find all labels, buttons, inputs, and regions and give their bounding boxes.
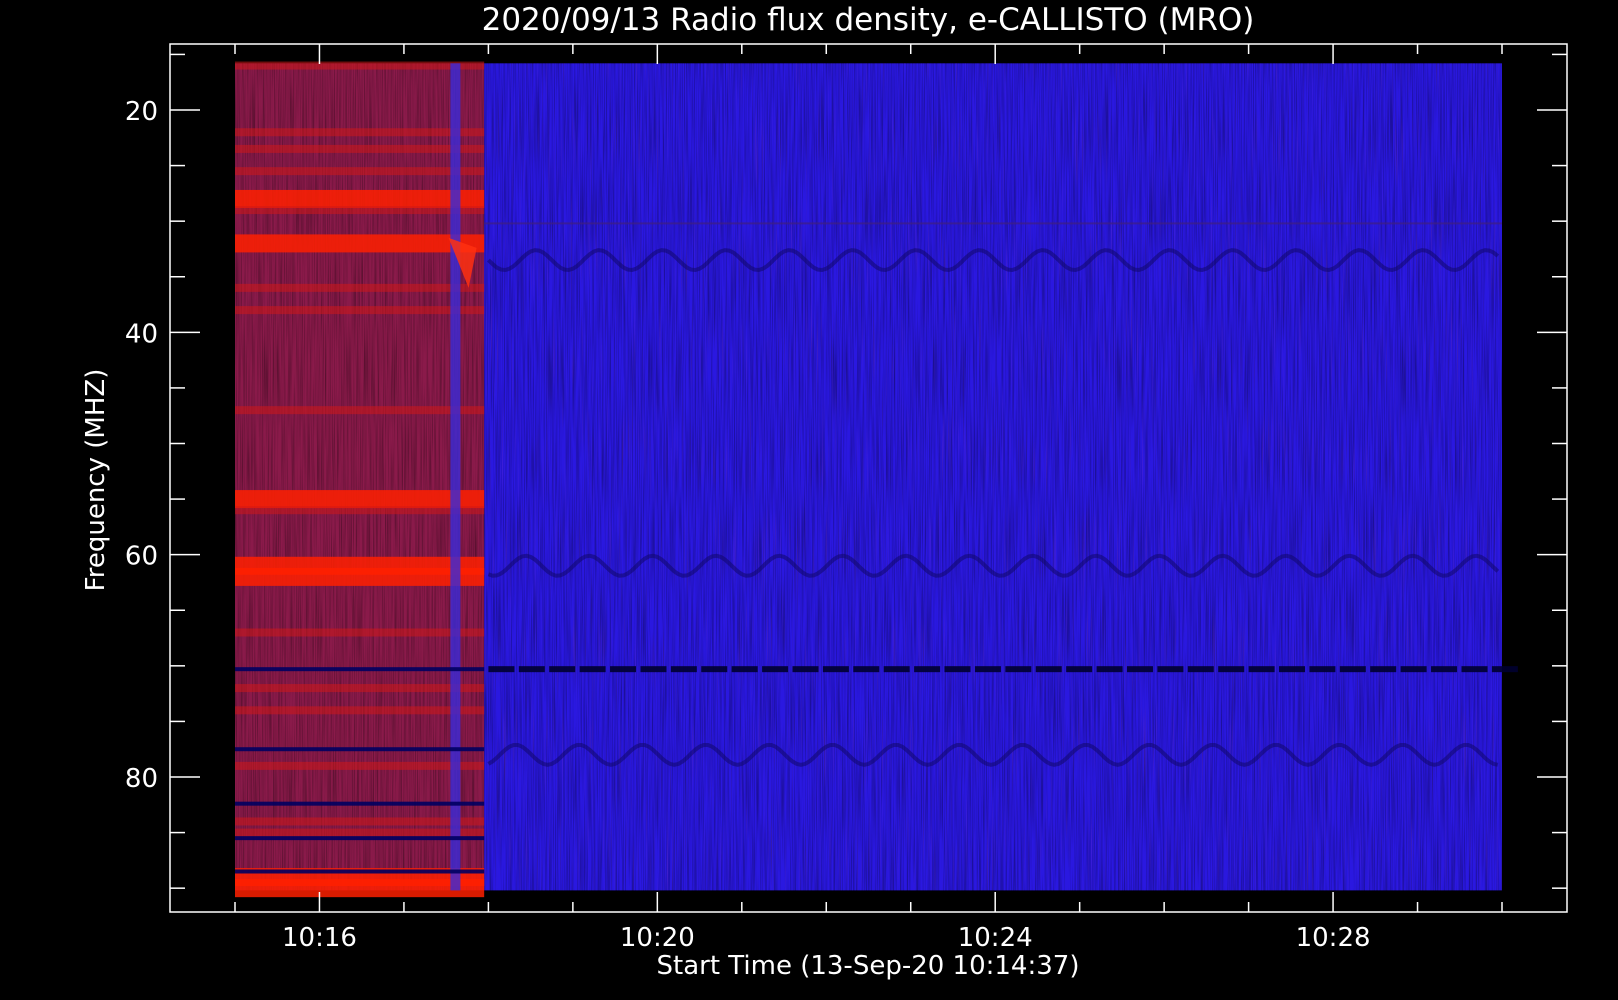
dashed-line-segment	[1491, 666, 1518, 673]
dashed-line-segment	[731, 666, 758, 673]
red-band	[235, 406, 485, 415]
dashed-line-segment	[610, 666, 637, 673]
red-band	[235, 761, 485, 770]
y-tick-label: 60	[125, 542, 158, 572]
x-tick-label: 10:16	[282, 923, 357, 953]
dashed-line-segment	[944, 666, 971, 673]
dashed-line-segment	[1400, 666, 1427, 673]
dashed-line-segment	[1096, 666, 1123, 673]
dark-line	[235, 747, 485, 752]
dashed-line-segment	[1461, 666, 1488, 673]
vertical-seam	[450, 63, 461, 891]
red-band	[235, 490, 485, 509]
red-band	[235, 684, 485, 693]
red-band	[235, 306, 485, 315]
red-band	[235, 128, 485, 137]
dashed-line-segment	[1248, 666, 1275, 673]
dashed-line-segment	[549, 666, 576, 673]
red-band	[235, 879, 485, 898]
dashed-line-segment	[883, 666, 910, 673]
red-band	[235, 506, 485, 515]
red-band	[235, 817, 485, 826]
dashed-line-segment	[1187, 666, 1214, 673]
red-band	[235, 828, 485, 837]
red-band	[235, 234, 485, 253]
red-band	[235, 206, 485, 215]
x-axis-label: Start Time (13-Sep-20 10:14:37)	[657, 951, 1080, 981]
red-band	[235, 706, 485, 715]
dashed-line-segment	[1370, 666, 1397, 673]
red-band	[235, 567, 485, 586]
red-band	[235, 628, 485, 637]
dashed-line-segment	[488, 666, 515, 673]
dashed-line-segment	[670, 666, 697, 673]
dark-line	[235, 869, 485, 874]
dashed-line-segment	[1005, 666, 1032, 673]
red-band	[235, 61, 485, 70]
red-band	[235, 167, 485, 176]
y-tick-label: 20	[125, 97, 158, 127]
dashed-line-segment	[1157, 666, 1184, 673]
dark-line	[235, 667, 485, 672]
dashed-line-segment	[1431, 666, 1458, 673]
dashed-line-segment	[762, 666, 789, 673]
dashed-line-segment	[579, 666, 606, 673]
y-tick-label: 40	[125, 319, 158, 349]
dashed-line-segment	[974, 666, 1001, 673]
dashed-line-segment	[914, 666, 941, 673]
dashed-line-segment	[1126, 666, 1153, 673]
chart-title: 2020/09/13 Radio flux density, e-CALLIST…	[482, 2, 1255, 38]
dashed-line-segment	[1279, 666, 1306, 673]
dashed-line-segment	[518, 666, 545, 673]
red-band	[235, 144, 485, 153]
dashed-line-segment	[822, 666, 849, 673]
y-axis-label: Frequency (MHZ)	[81, 369, 111, 592]
y-tick-label: 80	[125, 764, 158, 794]
spectrogram-image	[235, 61, 1518, 898]
dashed-line-segment	[1339, 666, 1366, 673]
dark-line	[235, 836, 485, 841]
dashed-line-segment	[701, 666, 728, 673]
spectrogram-chart: 10:16 10:20 10:24 10:28 20 40 60 80 2020/09/13 …	[81, 2, 1568, 981]
x-tick-label: 10:24	[958, 923, 1033, 953]
dashed-line-segment	[640, 666, 667, 673]
dashed-line-segment	[1066, 666, 1093, 673]
dashed-line-segment	[792, 666, 819, 673]
faint-line	[484, 222, 1503, 225]
dashed-line-segment	[853, 666, 880, 673]
x-tick-label: 10:28	[1296, 923, 1371, 953]
dark-line	[235, 801, 485, 806]
red-band	[235, 283, 485, 292]
dashed-line-segment	[1035, 666, 1062, 673]
dashed-line-segment	[1309, 666, 1336, 673]
dashed-line-segment	[1218, 666, 1245, 673]
red-band	[235, 189, 485, 208]
x-tick-label: 10:20	[620, 923, 695, 953]
